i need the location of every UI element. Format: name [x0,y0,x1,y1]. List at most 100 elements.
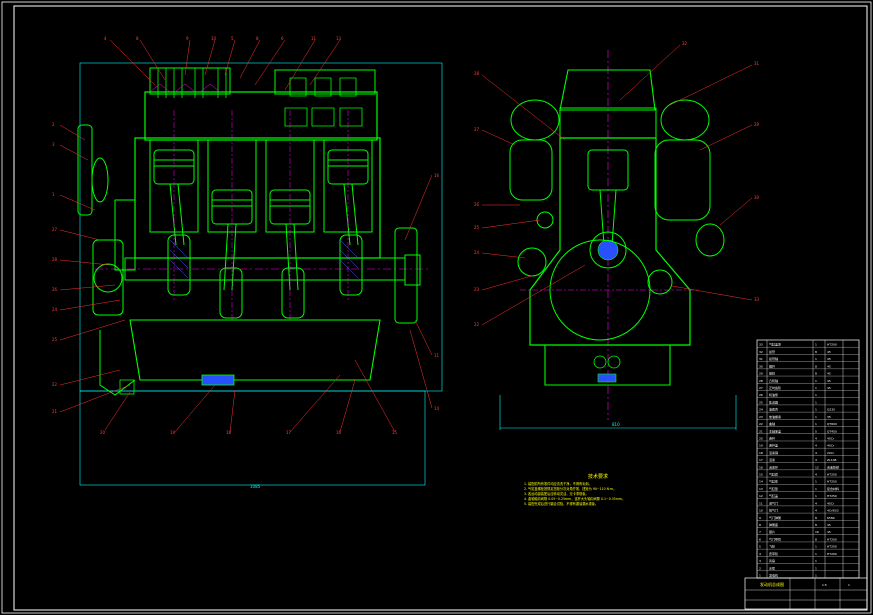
cylinder-head [144,91,378,141]
callout: 19 [170,430,176,435]
front-overall-dimension: 1085 [250,484,261,489]
bom-cell: 1 [815,487,817,491]
bom-cell: 气缸盖罩 [769,342,781,347]
drawing-frame [13,5,868,611]
bom-cell: 33 [759,343,763,347]
bom-cell: 20 [759,436,763,440]
bom-cell: 32 [759,350,763,354]
bom-cell: 气缸垫 [769,486,778,491]
bom-cell: 3 [759,559,761,563]
side-valve-cover [559,69,656,111]
bom-cell: 皮带轮 [769,551,778,556]
bom-cell: 锁片 [769,529,775,534]
outer-border [1,1,872,614]
intake-manifold [510,99,560,141]
callout: 29 [754,122,760,127]
bom-cell: 5 [815,429,817,433]
bom-cell: 1 [815,574,817,578]
bom-cell: 放油螺塞 [769,414,781,419]
exhaust-manifold [660,99,710,141]
bom-cell: 机油泵 [769,392,778,397]
bom-cell: 1 [815,566,817,570]
front-leaders [59,39,433,433]
bom-cell: 1 [815,559,817,563]
bom-cell: 9 [759,516,761,520]
bom-cell: HT200 [827,552,837,556]
bom-cell: 活塞环 [769,464,778,469]
bom-cell: HT200 [827,537,837,541]
bom-cell: 排气门 [769,508,778,513]
bom-cell: 正时齿轮 [769,385,781,390]
technical-requirements: 技术要求 1. 装配前所有零件均应清洗干净，不得有毛刺。 2. 气缸盖螺栓按规定… [524,473,625,506]
bom-cell: 气缸套 [769,472,778,477]
note-line: 2. 气缸盖螺栓按规定扭矩分次对角拧紧，扭矩为 90~110 N·m。 [524,486,616,491]
bom-cell: 7 [759,530,761,534]
bom-cell: ZL108 [827,458,837,462]
bom-cell: 4Cr9Si2 [827,509,839,513]
note-line: 5. 装配完成后进行磨合试验，不得有漏油漏水现象。 [524,501,598,506]
starter-motor [695,223,725,257]
bom-cell: 8 [815,516,817,520]
generator [654,139,711,221]
callout: 13 [336,36,342,41]
bom-cell: 16 [815,530,819,534]
side-overall-dimension: 810 [612,422,620,427]
bom-cell: 4 [759,552,761,556]
callout: 5 [231,36,234,41]
bom-cell: 1 [815,480,817,484]
bom-cell: 6 [759,537,761,541]
front-callout-numbers: 4 8 9 10 5 8 6 11 13 2 3 1 27 28 26 24 2… [52,36,440,435]
bom-cell: 1 [815,545,817,549]
bom-cell: 1 [815,343,817,347]
callout: 25 [474,225,480,230]
bom-cell: 发电机 [769,573,778,578]
bom-cell: 气缸盖 [769,493,778,498]
air-filter [509,139,553,201]
note-line: 1. 装配前所有零件均应清洗干净，不得有毛刺。 [524,481,592,486]
bom-cell: 气门弹簧 [769,515,781,520]
callout: 11 [434,353,440,358]
bom-cell: 1 [759,574,761,578]
pistons [153,149,369,225]
bom-cell: 40Cr [827,436,835,440]
bom-cell: 45 [827,357,831,361]
bom-cell: 连杆 [769,435,775,440]
bom-cell: 摇臂 [769,349,775,354]
drawing-title: 发动机总成图 [760,581,784,587]
callout: 28 [52,257,58,262]
callout: 6 [281,36,284,41]
bom-cell: 曲轴 [769,421,775,426]
bom-cell: 1 [815,422,817,426]
bom-cell: Q235 [827,408,835,412]
bom-cell: 5 [759,545,761,549]
bom-cell: 1 [815,357,817,361]
callout: 10 [211,36,217,41]
title-block: 发动机总成图 1:5 1 [744,577,868,610]
front-section-view: 10 8 5 4 8 9 10 5 8 6 11 13 2 3 1 27 28 26… [52,36,443,489]
bom-cell: 16 [759,465,763,469]
bill-of-materials: 33 气缸盖罩 1 HT20032 摇臂 8 4531 摇臂轴 1 4530 推杆 8 4529 挺柱 8 4… [756,339,860,579]
bom-cell: 主轴承盖 [769,428,781,433]
side-section-view: 810 28 27 26 25 24 23 22 32 31 29 30 33 [474,41,760,430]
notes-title: 技术要求 [588,473,608,480]
callout: 16 [434,173,440,178]
callout: 1 [52,192,55,197]
bom-cell: 2 [759,566,761,570]
bom-cell: HT250 [827,545,837,549]
bom-cell: 40Cr [827,444,835,448]
bom-cell: 气门导管 [769,536,781,541]
bom-cell: 8 [815,372,817,376]
callout: 8 [256,36,259,41]
bom-cell: 8 [815,523,817,527]
bom-cell: 1 [815,400,817,404]
bom-cell: 1 [815,386,817,390]
callout: 14 [434,406,440,411]
bom-cell: 8 [815,537,817,541]
bom-cell: 22 [759,422,763,426]
bom-cell: 飞轮 [769,544,775,549]
bom-cell: 65Mn [827,516,835,520]
bom-cell: 集滤器 [769,399,778,404]
bom-cell: 14 [759,480,763,484]
bom-cell: 活塞销 [769,450,778,455]
bom-cell: 45 [827,364,831,368]
